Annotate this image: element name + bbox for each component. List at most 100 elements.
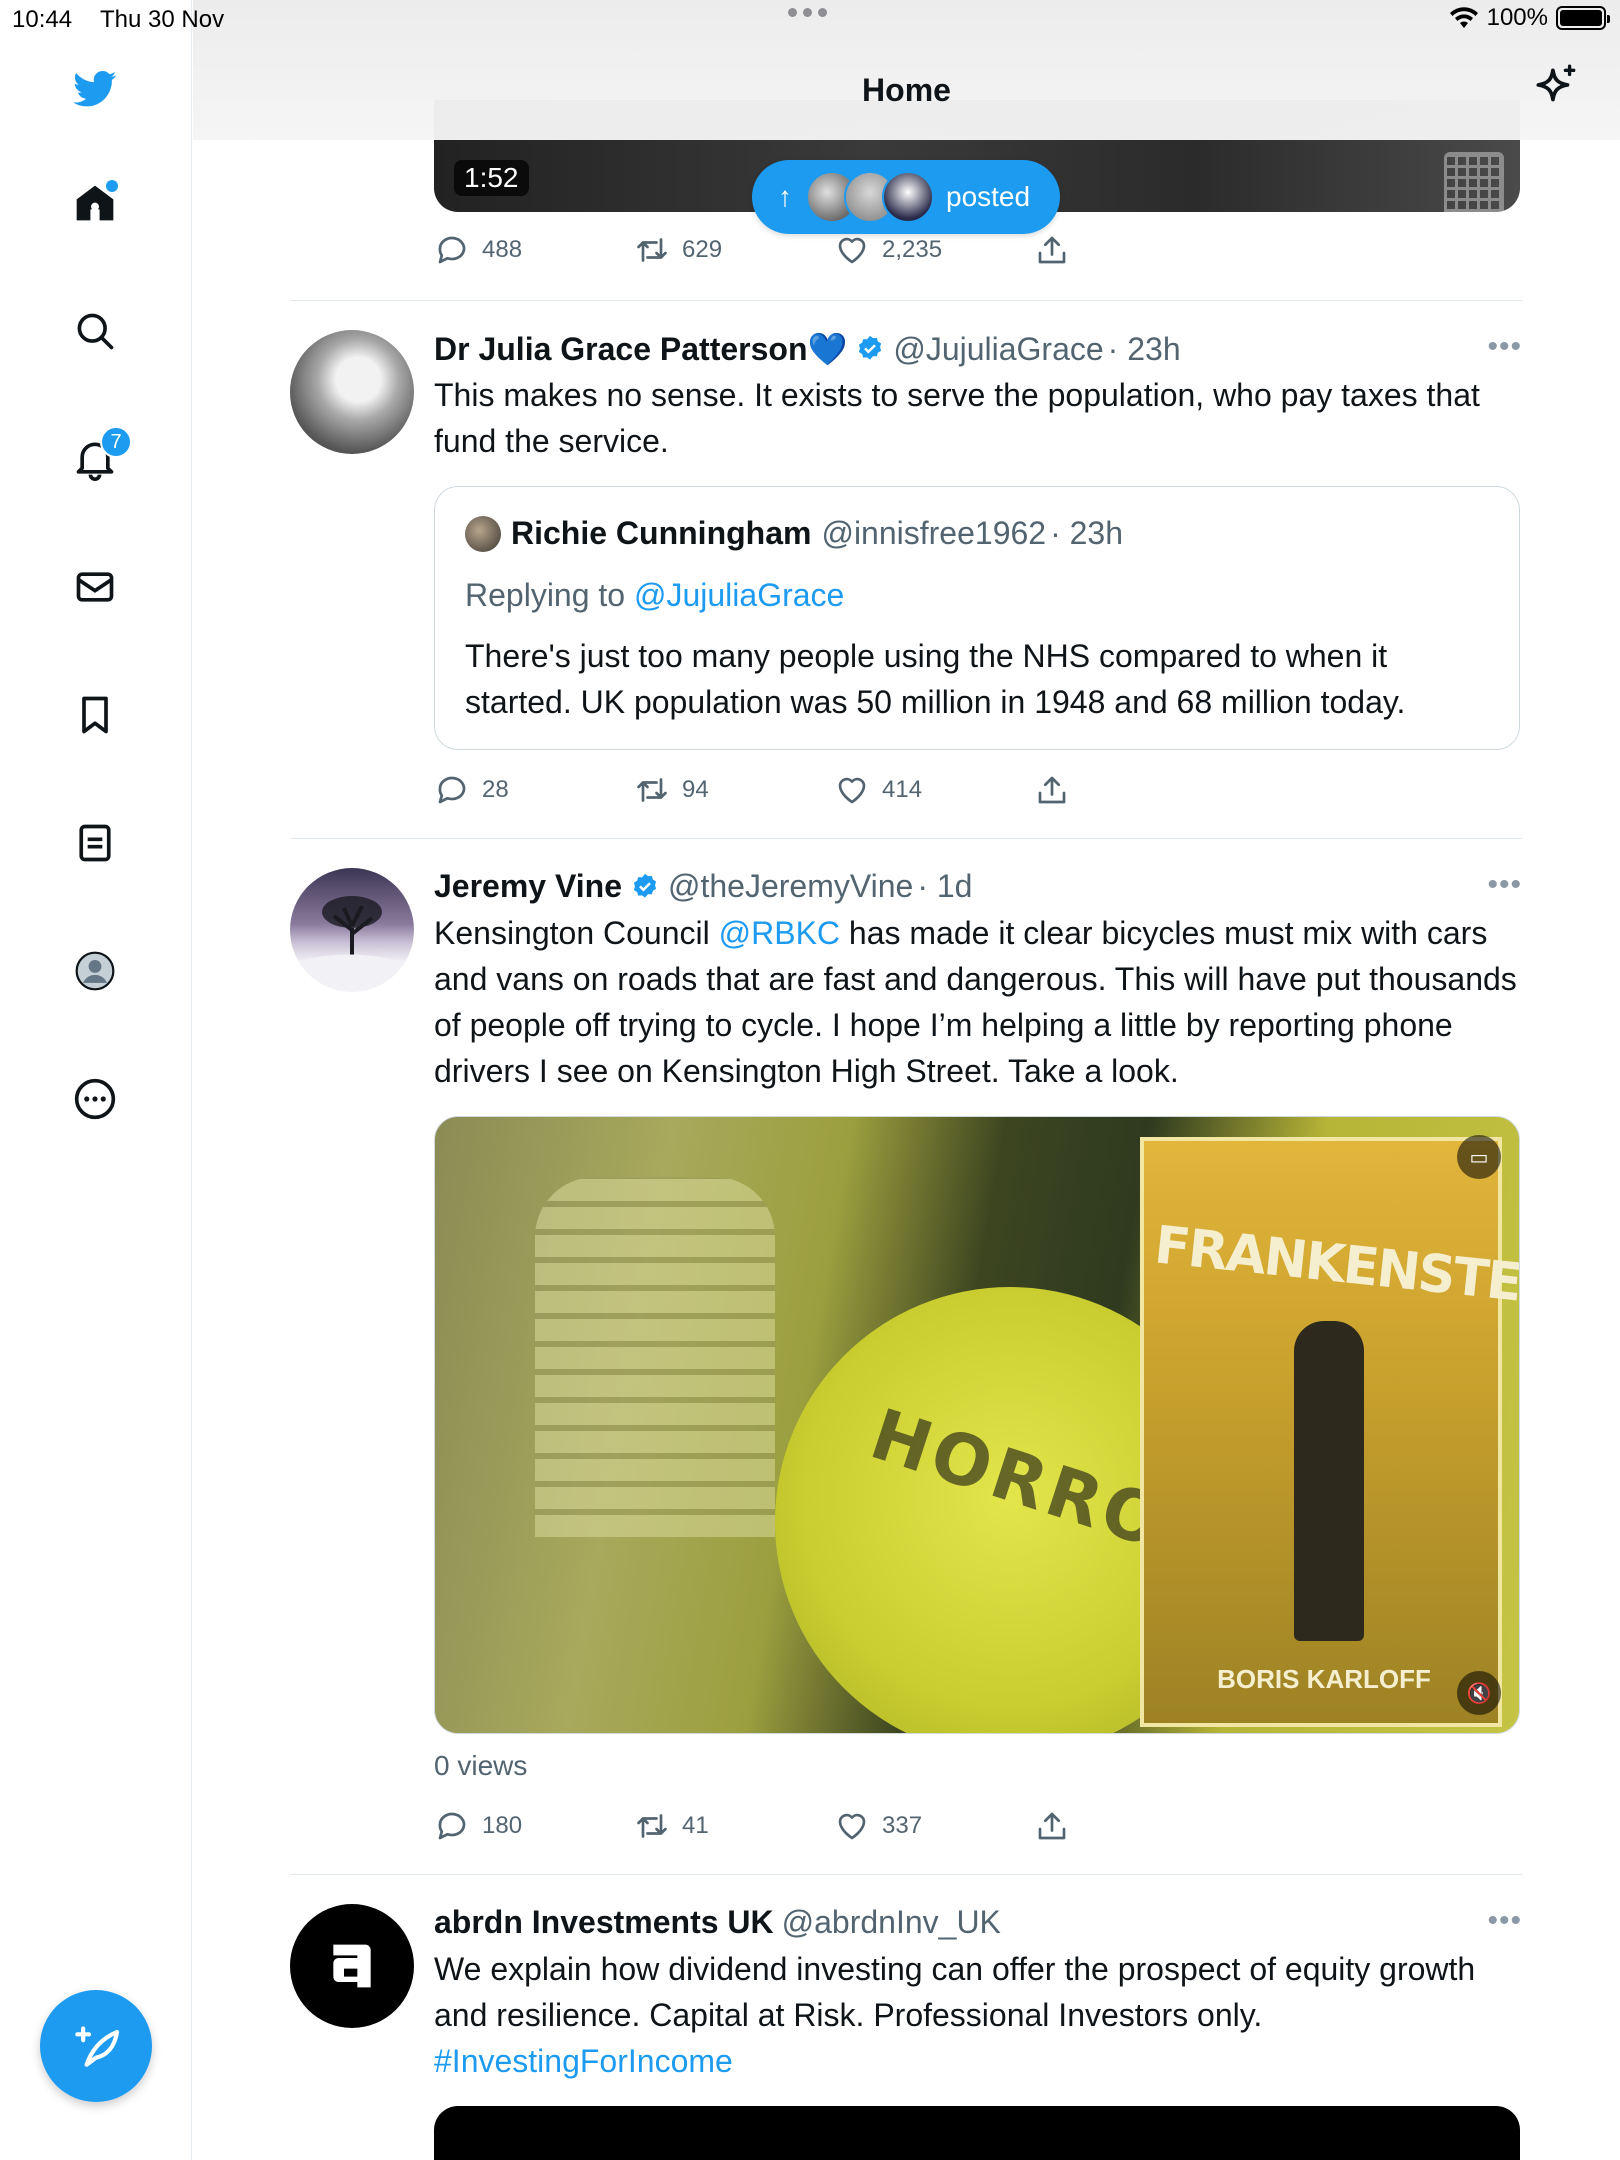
avatar[interactable] <box>290 1904 414 2028</box>
profile-avatar-icon <box>75 951 115 991</box>
more-options-icon[interactable]: ••• <box>1487 330 1522 364</box>
notifications-badge: 7 <box>100 426 132 458</box>
retweet-count: 94 <box>682 776 709 803</box>
replying-to-line: Replying to @JujuliaGrace <box>465 577 844 614</box>
sidebar-item-profile[interactable] <box>70 946 120 996</box>
sidebar-item-lists[interactable] <box>70 818 120 868</box>
author-handle[interactable]: @abrdnInv_UK <box>782 1904 1001 1941</box>
status-date: Thu 30 Nov <box>100 6 225 33</box>
twitter-logo-icon[interactable] <box>70 64 120 114</box>
tweet-text: This makes no sense. It exists to serve … <box>434 377 1480 459</box>
retweet-button[interactable]: 629 <box>634 232 834 268</box>
heart-icon <box>838 777 866 804</box>
sparkle-icon[interactable] <box>1530 62 1580 112</box>
share-button[interactable] <box>1034 1808 1234 1844</box>
multitasking-dots-icon[interactable] <box>788 8 827 17</box>
reply-button[interactable]: 488 <box>434 232 634 268</box>
tweet-text: Kensington Council @RBKC has made it cle… <box>434 910 1522 1094</box>
author-name[interactable]: Dr Julia Grace Patterson💙 <box>434 330 847 368</box>
divider <box>290 300 1522 301</box>
envelope-icon <box>76 572 114 602</box>
new-posts-pill[interactable]: ↑ posted <box>752 160 1060 234</box>
retweet-count: 629 <box>682 236 723 263</box>
compose-tweet-button[interactable] <box>40 1990 152 2102</box>
posted-avatars <box>806 171 934 223</box>
home-new-dot <box>106 180 118 192</box>
sidebar-item-more[interactable] <box>70 1074 120 1124</box>
page-title: Home <box>862 72 951 108</box>
captions-icon[interactable]: ▭ <box>1457 1135 1501 1179</box>
video-building <box>535 1177 775 1537</box>
reply-button[interactable]: 180 <box>434 1808 634 1844</box>
like-button[interactable]: 414 <box>834 772 1034 808</box>
feather-plus-icon <box>75 2026 120 2067</box>
more-options-icon[interactable]: ••• <box>1487 868 1522 902</box>
status-time: 10:44 <box>12 6 73 33</box>
divider <box>290 1874 1522 1875</box>
divider <box>290 838 1522 839</box>
sidebar-item-bookmarks[interactable] <box>70 690 120 740</box>
portcullis-logo-icon <box>1444 152 1504 212</box>
quoted-author-handle: @innisfree1962 <box>821 515 1047 551</box>
author-handle[interactable]: @theJeremyVine <box>668 868 913 905</box>
reply-count: 180 <box>482 1812 523 1839</box>
like-button[interactable]: 2,235 <box>834 232 1034 268</box>
like-count: 337 <box>882 1812 923 1839</box>
avatar[interactable] <box>290 330 414 454</box>
tweet-text-part: Kensington Council <box>434 915 719 951</box>
posted-label: posted <box>946 181 1031 212</box>
retweet-count: 41 <box>682 1812 709 1839</box>
tree-silhouette-icon <box>290 896 414 992</box>
tweet-header: Jeremy Vine @theJeremyVine · 1d <box>434 868 972 905</box>
arrow-up-icon: ↑ <box>778 181 792 212</box>
replying-to-handle[interactable]: @JujuliaGrace <box>634 577 844 613</box>
hashtag-link[interactable]: #InvestingForIncome <box>434 2043 733 2079</box>
video-poster: FRANKENSTEIN BORIS KARLOFF <box>1140 1137 1519 1727</box>
retweet-button[interactable]: 41 <box>634 1808 834 1844</box>
reply-icon <box>438 236 466 264</box>
mute-icon[interactable]: 🔇 <box>1457 1671 1501 1715</box>
quoted-tweet-text: There's just too many people using the N… <box>465 638 1406 720</box>
ad-media[interactable] <box>434 2106 1520 2160</box>
mention-link[interactable]: @RBKC <box>719 915 840 951</box>
tweet-header: abrdn Investments UK @abrdnInv_UK <box>434 1904 1001 1941</box>
status-bar: 10:44 Thu 30 Nov 100% <box>0 0 1620 40</box>
battery-percent: 100% <box>1486 4 1548 31</box>
retweet-icon <box>637 1814 667 1838</box>
reply-button[interactable]: 28 <box>434 772 634 808</box>
quoted-author-name: Richie Cunningham <box>511 515 812 551</box>
tweet-header: Dr Julia Grace Patterson💙 @JujuliaGrace … <box>434 330 1181 368</box>
quoted-tweet-time: · 23h <box>1050 515 1124 551</box>
sidebar-item-notifications[interactable]: 7 <box>70 426 132 484</box>
tweet-text: We explain how dividend investing can of… <box>434 1946 1522 2084</box>
share-icon <box>1038 236 1066 264</box>
author-name[interactable]: Jeremy Vine <box>434 868 622 905</box>
tweet-text-part: We explain how dividend investing can of… <box>434 1951 1476 2033</box>
author-name[interactable]: abrdn Investments UK <box>434 1904 774 1941</box>
like-button[interactable]: 337 <box>834 1808 1034 1844</box>
author-handle[interactable]: @JujuliaGrace <box>893 331 1103 368</box>
share-button[interactable] <box>1034 772 1234 808</box>
quoted-tweet[interactable]: Richie Cunningham @innisfree1962 · 23h R… <box>434 486 1520 750</box>
tweet-video[interactable]: HORROR FRANKENSTEIN BORIS KARLOFF ▭ 🔇 <box>434 1116 1520 1734</box>
wifi-icon <box>1449 7 1478 29</box>
more-options-icon[interactable]: ••• <box>1487 1904 1522 1938</box>
retweet-button[interactable]: 94 <box>634 772 834 808</box>
sidebar-item-messages[interactable] <box>70 562 120 612</box>
sidebar-item-explore[interactable] <box>70 306 120 356</box>
sidebar-item-home[interactable] <box>70 178 120 228</box>
reply-icon <box>438 1812 466 1840</box>
like-count: 414 <box>882 776 923 803</box>
view-count: 0 views <box>434 1750 528 1781</box>
sidebar: 7 <box>0 0 192 2160</box>
retweet-icon <box>637 778 667 802</box>
share-button[interactable] <box>1034 232 1234 268</box>
share-icon <box>1038 1812 1066 1840</box>
tweet-actions: 28 94 414 <box>434 772 1234 808</box>
avatar <box>882 171 934 223</box>
replying-to-label: Replying to <box>465 577 634 613</box>
avatar[interactable] <box>290 868 414 992</box>
list-icon <box>79 824 111 862</box>
reply-count: 488 <box>482 236 523 263</box>
like-count: 2,235 <box>882 236 943 263</box>
